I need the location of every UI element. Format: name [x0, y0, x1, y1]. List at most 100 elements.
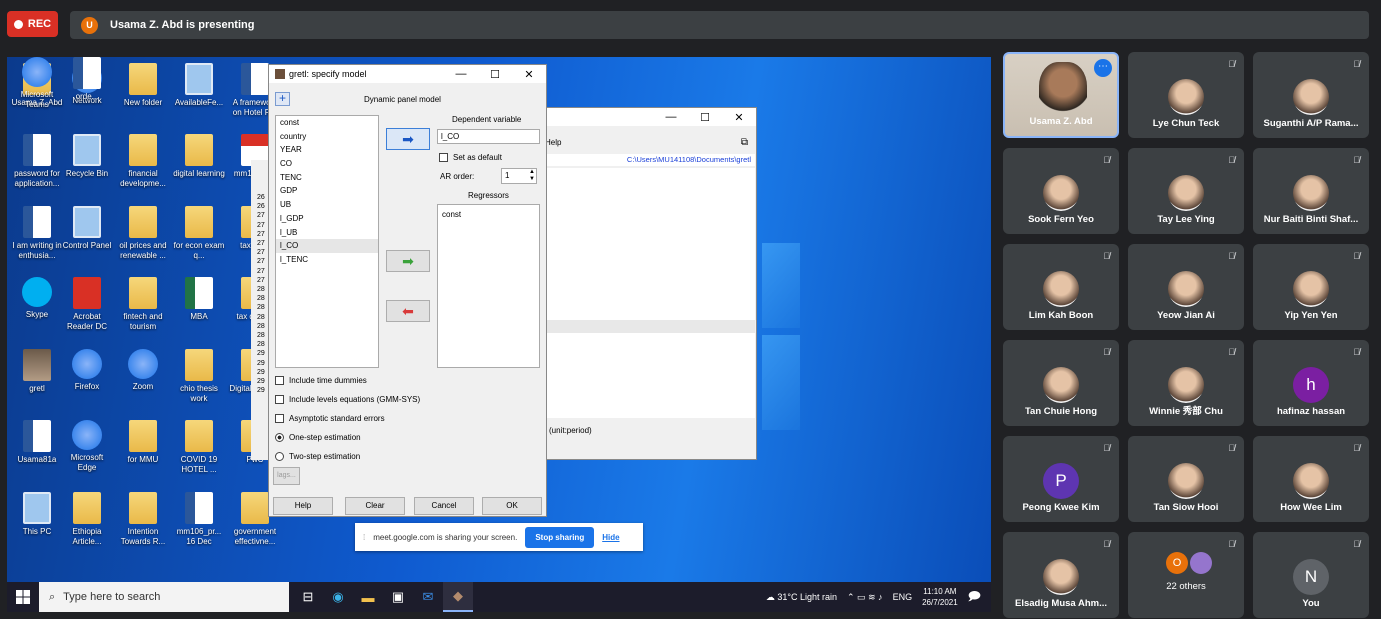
gretl-main-window[interactable]: — ☐ ✕ Help ⧉ C:\Users\MU141108\Documents\g…	[522, 107, 757, 460]
window-icon[interactable]: ⧉	[741, 137, 748, 148]
variable-item[interactable]: YEAR	[276, 143, 378, 157]
participant-tile[interactable]: 🎙̸ Winnie 秀部 Chu	[1128, 340, 1244, 426]
desktop-icon-13[interactable]: oil prices and renewable ...	[117, 206, 169, 261]
participant-tile[interactable]: 🎙̸ Sook Fern Yeo	[1003, 148, 1119, 234]
participant-tile[interactable]: 🎙̸ P Peong Kwee Kim	[1003, 436, 1119, 522]
regressors-listbox[interactable]: const	[437, 204, 540, 368]
variable-item[interactable]: CO	[276, 157, 378, 171]
clock[interactable]: 11:10 AM 26/7/2021	[922, 586, 958, 608]
regressor-item[interactable]: const	[438, 208, 539, 222]
participant-tile[interactable]: 🎙̸ Tan Siow Hooi	[1128, 436, 1244, 522]
ok-button[interactable]: OK	[482, 497, 542, 515]
participant-tile[interactable]: 🎙̸ Elsadig Musa Ahm...	[1003, 532, 1119, 618]
desktop-icon-29[interactable]: COVID 19 HOTEL ...	[173, 420, 225, 475]
desktop-icon-22[interactable]: Firefox	[61, 349, 113, 392]
variable-item[interactable]: l_UB	[276, 226, 378, 240]
desktop-icon-23[interactable]: Zoom	[117, 349, 169, 392]
desktop-icon-26[interactable]: Usama81a	[11, 420, 63, 465]
variables-listbox[interactable]: const country YEAR CO TENC GDP UB l_GDP l_UB l_CO…	[275, 115, 379, 368]
variable-item[interactable]: GDP	[276, 184, 378, 198]
desktop-icon-7[interactable]: Recycle Bin	[61, 134, 113, 179]
taskbar-search-input[interactable]: ⌕ Type here to search	[39, 582, 289, 612]
more-options-icon[interactable]: ⋯	[1094, 59, 1112, 77]
desktop-icon-34[interactable]: mm106_pr... 16 Dec	[173, 492, 225, 547]
desktop-icon-14[interactable]: for econ exam q...	[173, 206, 225, 261]
one-step-radio[interactable]: One-step estimation	[275, 433, 361, 442]
desktop-icon-31[interactable]: This PC	[11, 492, 63, 537]
drag-handle-icon[interactable]: ⁞	[363, 533, 365, 542]
desktop-icon-11[interactable]: I am writing in enthusia...	[11, 206, 63, 261]
lags-button[interactable]: lags...	[273, 467, 300, 485]
add-regressor-arrow-button[interactable]: ➡	[386, 250, 430, 272]
dialog-titlebar[interactable]: gretl: specify model — ☐ ✕	[269, 65, 546, 83]
variable-item[interactable]: country	[276, 130, 378, 144]
desktop-icon-12[interactable]: Control Panel	[61, 206, 113, 251]
desktop-icon-3[interactable]: New folder	[117, 63, 169, 108]
weather-widget[interactable]: ☁ 31°C Light rain	[766, 592, 837, 603]
desktop-icon-36[interactable]: Microsoft Teams	[11, 57, 63, 110]
variable-item[interactable]: UB	[276, 198, 378, 212]
participant-tile[interactable]: ⋯ Usama Z. Abd	[1003, 52, 1119, 138]
mail-icon[interactable]: ✉	[413, 582, 443, 612]
variable-item[interactable]: TENC	[276, 171, 378, 185]
maximize-icon[interactable]: ☐	[478, 68, 512, 81]
desktop-icon-9[interactable]: digital learning	[173, 134, 225, 179]
edge-taskbar-icon[interactable]: ◉	[323, 582, 353, 612]
windows-start-icon[interactable]	[7, 582, 39, 612]
cancel-button[interactable]: Cancel	[414, 497, 474, 515]
gretl-taskbar-icon[interactable]: ◆	[443, 582, 473, 612]
notification-icon[interactable]: 🗩	[968, 587, 981, 608]
desktop-icon-27[interactable]: Microsoft Edge	[61, 420, 113, 473]
ar-order-spinner[interactable]: 1 ▲ ▼	[501, 168, 537, 184]
desktop-icon-37[interactable]: orde...	[61, 57, 113, 102]
close-icon[interactable]: ✕	[722, 111, 756, 124]
participant-tile[interactable]: 🎙̸ Lye Chun Teck	[1128, 52, 1244, 138]
desktop-icon-17[interactable]: Acrobat Reader DC	[61, 277, 113, 332]
levels-equations-checkbox[interactable]: Include levels equations (GMM-SYS)	[275, 395, 420, 404]
participant-tile[interactable]: 🎙̸ Lim Kah Boon	[1003, 244, 1119, 330]
participant-tile[interactable]: 🎙̸ Nur Baiti Binti Shaf...	[1253, 148, 1369, 234]
minimize-icon[interactable]: —	[654, 111, 688, 124]
desktop-icon-18[interactable]: fintech and tourism	[117, 277, 169, 332]
participant-tile[interactable]: 🎙̸ Yip Yen Yen	[1253, 244, 1369, 330]
participant-tile[interactable]: 🎙̸ Tan Chuie Hong	[1003, 340, 1119, 426]
file-explorer-icon[interactable]: ▬	[353, 582, 383, 612]
set-dependent-arrow-button[interactable]: ➡	[386, 128, 430, 150]
close-icon[interactable]: ✕	[512, 68, 546, 81]
time-dummies-checkbox[interactable]: Include time dummies	[275, 376, 367, 385]
help-button[interactable]: Help	[273, 497, 333, 515]
gretl-main-titlebar[interactable]: — ☐ ✕	[523, 108, 756, 126]
desktop-icon-32[interactable]: Ethiopia Article...	[61, 492, 113, 547]
tray-icons[interactable]: ⌃ ▭ ≋ ♪	[847, 592, 883, 603]
participant-tile[interactable]: 🎙̸ h hafinaz hassan	[1253, 340, 1369, 426]
minimize-icon[interactable]: —	[444, 68, 478, 81]
participant-tile[interactable]: 🎙̸ O 22 others	[1128, 532, 1244, 618]
desktop-icon-28[interactable]: for MMU	[117, 420, 169, 465]
specify-model-dialog[interactable]: gretl: specify model — ☐ ✕ + Dynamic panel…	[268, 64, 547, 517]
variable-item[interactable]: const	[276, 116, 378, 130]
desktop-icon-6[interactable]: password for application...	[11, 134, 63, 189]
participant-tile[interactable]: 🎙̸ Yeow Jian Ai	[1128, 244, 1244, 330]
desktop-icon-24[interactable]: chio thesis work	[173, 349, 225, 404]
variable-list[interactable]	[543, 168, 755, 418]
language-indicator[interactable]: ENG	[893, 592, 913, 602]
participant-tile[interactable]: 🎙̸ Tay Lee Ying	[1128, 148, 1244, 234]
remove-regressor-arrow-button[interactable]: ⬅	[386, 300, 430, 322]
desktop-icon-19[interactable]: MBA	[173, 277, 225, 322]
variable-item[interactable]: l_TENC	[276, 253, 378, 267]
desktop-icon-33[interactable]: Intention Towards R...	[117, 492, 169, 547]
store-icon[interactable]: ▣	[383, 582, 413, 612]
variable-item[interactable]: l_GDP	[276, 212, 378, 226]
hide-link[interactable]: Hide	[602, 533, 619, 542]
maximize-icon[interactable]: ☐	[688, 111, 722, 124]
stop-sharing-button[interactable]: Stop sharing	[525, 526, 595, 548]
desktop-icon-16[interactable]: Skype	[11, 277, 63, 320]
two-step-radio[interactable]: Two-step estimation	[275, 452, 360, 461]
variable-item[interactable]: l_CO	[276, 239, 378, 253]
dependent-variable-field[interactable]: l_CO	[437, 129, 540, 144]
participant-tile[interactable]: 🎙̸ Suganthi A/P Rama...	[1253, 52, 1369, 138]
participant-tile[interactable]: 🎙̸ N You	[1253, 532, 1369, 618]
desktop-icon-8[interactable]: financial developme...	[117, 134, 169, 189]
asymptotic-errors-checkbox[interactable]: Asymptotic standard errors	[275, 414, 385, 423]
desktop-icon-4[interactable]: AvailableFe...	[173, 63, 225, 108]
